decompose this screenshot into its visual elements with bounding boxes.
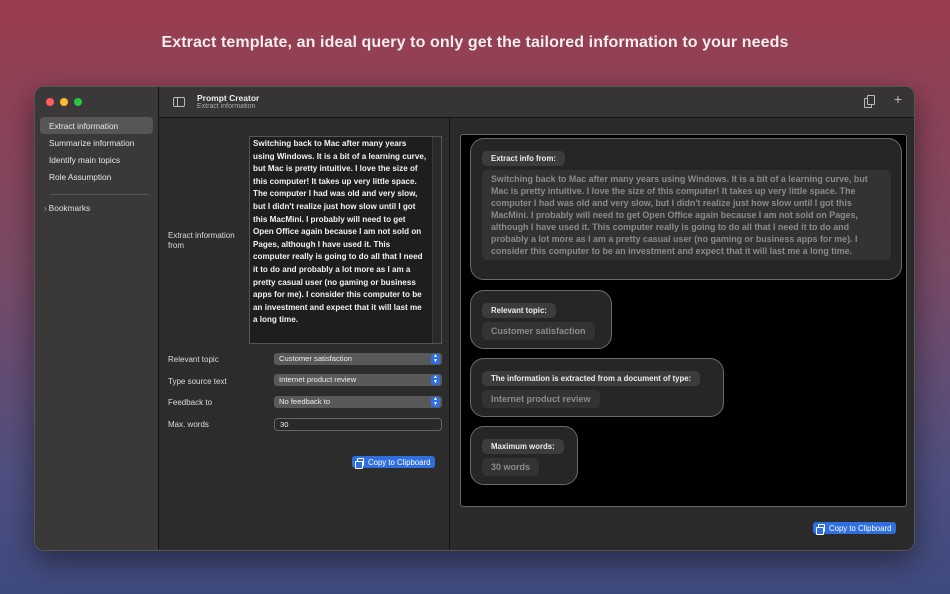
relevant-topic-card-value: Customer satisfaction [482, 322, 595, 340]
form-pane: Extract information from Switching back … [159, 118, 450, 550]
toggle-sidebar-icon[interactable] [173, 97, 185, 107]
max-words-input[interactable]: 30 [274, 418, 442, 431]
relevant-topic-label: Relevant topic [168, 355, 219, 364]
max-words-label: Max. words [168, 420, 209, 429]
relevant-topic-value: Customer satisfaction [279, 354, 353, 363]
form-copy-label: Copy to Clipboard [368, 457, 431, 467]
sidebar-item-summarize-information[interactable]: Summarize information [40, 134, 153, 151]
chevron-updown-icon: ▲ ▼ [431, 354, 440, 364]
extract-info-title: Extract info from: [482, 151, 565, 166]
sidebar-item-role-assumption[interactable]: Role Assumption [40, 168, 153, 185]
preview-copy-to-clipboard-button[interactable]: Copy to Clipboard [813, 522, 897, 535]
window-title: Prompt Creator [197, 93, 260, 103]
extract-info-card: Extract info from: Switching back to Mac… [470, 138, 902, 280]
sidebar-list: Extract information Summarize informatio… [40, 117, 153, 213]
form-copy-to-clipboard-button[interactable]: Copy to Clipboard [352, 456, 436, 469]
max-words-title: Maximum words: [482, 439, 564, 454]
max-words-card-value: 30 words [482, 458, 540, 476]
sidebar-bookmarks-group[interactable]: › Bookmarks [40, 203, 153, 213]
relevant-topic-card: Relevant topic: Customer satisfaction [470, 290, 612, 349]
feedback-select[interactable]: No feedback to ▲ ▼ [274, 396, 442, 408]
clipboard-icon [355, 458, 364, 469]
source-text-content: Switching back to Mac after many years u… [253, 139, 427, 325]
feedback-value: No feedback to [279, 397, 331, 406]
window-controls [46, 98, 82, 106]
sidebar-item-identify-main-topics[interactable]: Identify main topics [40, 151, 153, 168]
source-text-area[interactable]: Switching back to Mac after many years u… [249, 136, 442, 344]
max-words-card: Maximum words: 30 words [470, 426, 578, 485]
toolbar: Prompt Creator Extract information + [159, 87, 914, 118]
chevron-updown-icon: ▲ ▼ [431, 397, 440, 407]
clipboard-icon [816, 524, 825, 535]
chevron-updown-icon: ▲ ▼ [431, 375, 440, 385]
relevant-topic-select[interactable]: Customer satisfaction ▲ ▼ [274, 353, 442, 365]
source-type-label: Type source text [168, 377, 227, 386]
plus-icon[interactable]: + [894, 92, 902, 106]
document-type-card-value: Internet product review [482, 390, 600, 408]
sidebar-item-extract-information[interactable]: Extract information [40, 117, 153, 134]
extract-info-value: Switching back to Mac after many years u… [482, 170, 891, 260]
chevron-right-icon[interactable]: › [44, 204, 47, 213]
prompt-preview: Extract info from: Switching back to Mac… [460, 134, 907, 507]
page-headline: Extract template, an ideal query to only… [161, 34, 789, 51]
source-type-value: Internet product review [279, 375, 357, 384]
document-type-card: The information is extracted from a docu… [470, 358, 724, 417]
sidebar: Extract information Summarize informatio… [35, 87, 159, 550]
extract-from-label: Extract information from [168, 231, 235, 250]
copy-icon[interactable] [864, 95, 876, 108]
app-window: Extract information Summarize informatio… [34, 86, 915, 551]
text-area-scrollbar[interactable] [432, 137, 441, 343]
preview-pane: Extract info from: Switching back to Mac… [450, 118, 914, 550]
relevant-topic-title: Relevant topic: [482, 303, 556, 318]
source-type-select[interactable]: Internet product review ▲ ▼ [274, 374, 442, 386]
feedback-label: Feedback to [168, 398, 213, 407]
bookmarks-label: Bookmarks [48, 203, 91, 213]
window-subtitle: Extract information [197, 103, 256, 110]
preview-copy-label: Copy to Clipboard [829, 523, 892, 533]
zoom-window-button[interactable] [74, 98, 82, 106]
minimize-window-button[interactable] [60, 98, 68, 106]
document-type-title: The information is extracted from a docu… [482, 371, 701, 386]
sidebar-divider [50, 194, 149, 195]
close-window-button[interactable] [46, 98, 54, 106]
